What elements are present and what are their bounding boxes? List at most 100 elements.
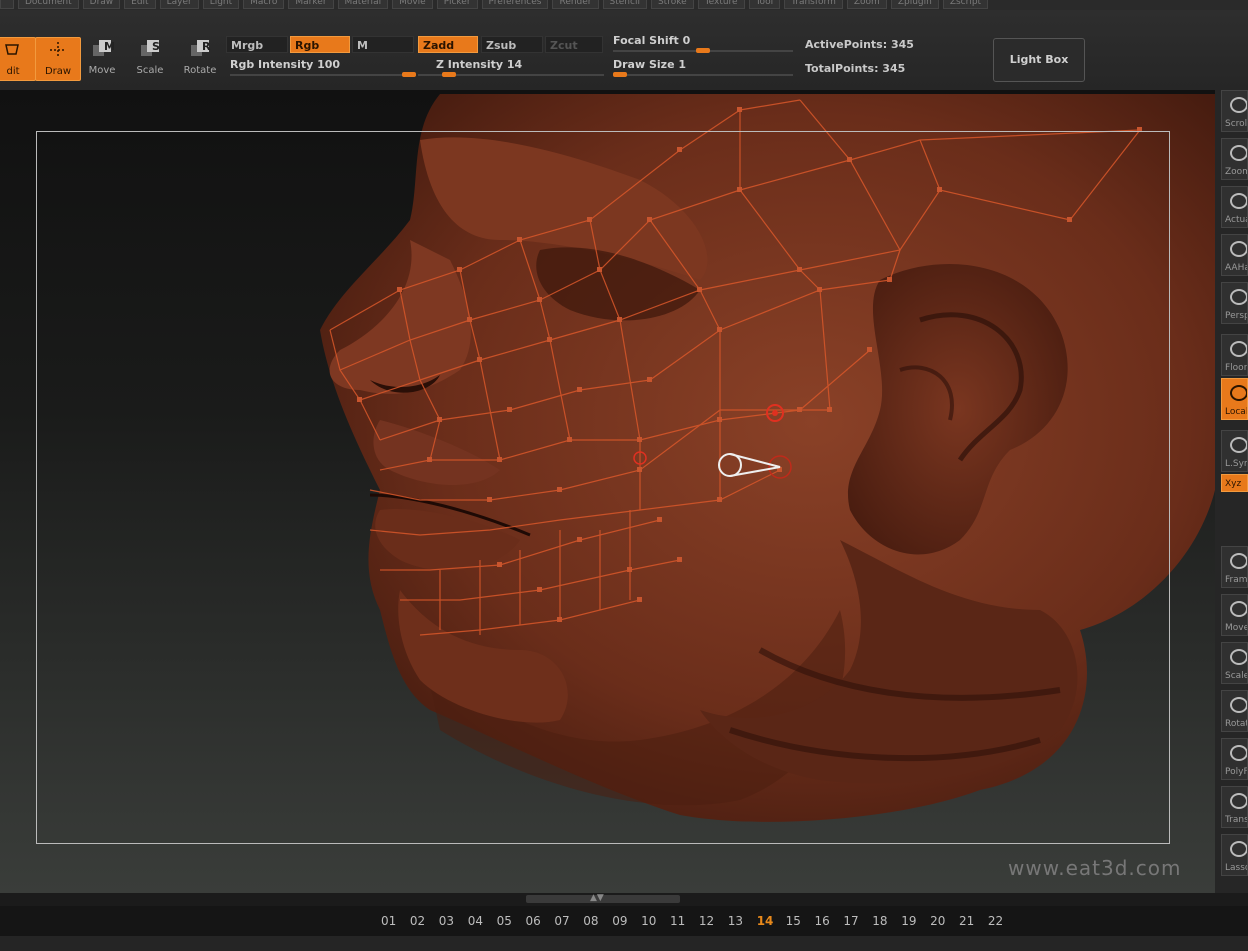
timeline-scroll-handle[interactable]: ▲▼ (526, 893, 680, 903)
shelf-polyf-button[interactable]: PolyF (1221, 738, 1248, 780)
rotate-button[interactable]: R Rotate (178, 37, 222, 79)
timeline-frame[interactable]: 14 (757, 914, 774, 928)
timeline-frame[interactable]: 04 (468, 914, 483, 928)
menu-item[interactable]: Material (337, 0, 389, 9)
timeline-frame[interactable]: 21 (959, 914, 974, 928)
zadd-button[interactable]: Zadd (418, 36, 478, 53)
shelf-button-label: Move (1225, 623, 1248, 633)
timeline-frame[interactable]: 12 (699, 914, 714, 928)
shelf-scroll-button[interactable]: Scroll (1221, 90, 1248, 132)
menu-item[interactable]: Render (552, 0, 599, 9)
focal-shift-knob[interactable] (696, 48, 710, 53)
focal-shift-slider[interactable]: Focal Shift 0 (613, 34, 793, 53)
timeline-frame[interactable]: 08 (583, 914, 598, 928)
draw-size-label: Draw Size 1 (613, 58, 687, 71)
zsub-button[interactable]: Zsub (481, 36, 543, 53)
timeline-frame[interactable]: 22 (988, 914, 1003, 928)
shelf-local-button[interactable]: Local (1221, 378, 1248, 420)
timeline-frame[interactable]: 10 (641, 914, 656, 928)
symmetry-icon (1230, 437, 1247, 453)
shelf-lasso-button[interactable]: Lasso (1221, 834, 1248, 876)
timeline-frame[interactable]: 15 (786, 914, 801, 928)
draw-button[interactable]: Draw (35, 37, 81, 81)
m-button[interactable]: M (352, 36, 414, 53)
timeline-frame[interactable]: 19 (901, 914, 916, 928)
menu-item[interactable]: Movie (392, 0, 433, 9)
shelf-button-label: Actual (1225, 215, 1247, 225)
menu-item[interactable]: Document (18, 0, 79, 9)
shelf-button-label: PolyF (1225, 767, 1248, 777)
edit-button[interactable]: dit (0, 37, 36, 81)
shelf-lsym-button[interactable]: L.Sym (1221, 430, 1248, 472)
shelf-move-button[interactable]: Move (1221, 594, 1248, 636)
timeline-frame[interactable]: 03 (439, 914, 454, 928)
menu-item[interactable]: Preferences (481, 0, 549, 9)
menu-item[interactable]: Transform (784, 0, 843, 9)
magnifier-icon (1230, 145, 1247, 161)
shelf-actual-button[interactable]: Actual (1221, 186, 1248, 228)
timeline-frame[interactable]: 01 (381, 914, 396, 928)
menu-item[interactable]: Draw (82, 0, 121, 9)
timeline-frame[interactable]: 13 (728, 914, 743, 928)
transp-icon (1230, 793, 1247, 809)
magnifier-icon (1230, 241, 1247, 257)
shelf-rotate-button[interactable]: Rotate (1221, 690, 1248, 732)
shelf-button-label: Floor (1225, 363, 1248, 373)
shelf-aahalf-button[interactable]: AAHalf (1221, 234, 1248, 276)
timeline-frame[interactable]: 09 (612, 914, 627, 928)
menu-item[interactable]: Zscript (942, 0, 989, 9)
menu-item[interactable]: Zplugin (890, 0, 939, 9)
timeline-frame[interactable]: 11 (670, 914, 685, 928)
rgb-button[interactable]: Rgb (290, 36, 350, 53)
timeline-frame[interactable]: 05 (497, 914, 512, 928)
sculpt-canvas[interactable] (0, 90, 1215, 893)
shelf-transp-button[interactable]: Transp (1221, 786, 1248, 828)
shelf-scale-button[interactable]: Scale (1221, 642, 1248, 684)
timeline-frame[interactable]: 17 (843, 914, 858, 928)
light-box-button[interactable]: Light Box (993, 38, 1085, 82)
timeline-frame[interactable]: 18 (872, 914, 887, 928)
move-button[interactable]: M Move (80, 37, 124, 79)
z-intensity-slider[interactable]: Z Intensity 14 (418, 58, 604, 77)
shelf-button-label: Persp (1225, 311, 1248, 321)
shelf-persp-button[interactable]: Persp (1221, 282, 1248, 324)
z-intensity-knob[interactable] (442, 72, 456, 77)
timeline-frame[interactable]: 20 (930, 914, 945, 928)
move-label: Move (88, 65, 116, 76)
shelf-frame-button[interactable]: Frame (1221, 546, 1248, 588)
menu-item[interactable]: Layer (159, 0, 199, 9)
shelf-xyz-button[interactable]: Xyz (1221, 474, 1248, 492)
watermark-text: www.eat3d.com (1008, 856, 1182, 880)
menu-item[interactable]: Light (202, 0, 240, 9)
timeline-frame[interactable]: 07 (554, 914, 569, 928)
rotate-key: R (202, 40, 211, 53)
menu-item[interactable]: Edit (124, 0, 156, 9)
menu-item[interactable]: Stencil (602, 0, 647, 9)
mrgb-button[interactable]: Mrgb (226, 36, 288, 53)
menu-item[interactable]: Macro (243, 0, 285, 9)
menu-item[interactable]: Texture (697, 0, 745, 9)
menu-item[interactable]: Marker (288, 0, 334, 9)
shelf-floor-button[interactable]: Floor (1221, 334, 1248, 376)
menu-item[interactable]: Stroke (650, 0, 694, 9)
timeline-frame[interactable]: 06 (526, 914, 541, 928)
timeline-frame[interactable]: 02 (410, 914, 425, 928)
zcut-button[interactable]: Zcut (545, 36, 603, 53)
shelf-button-label: Rotate (1225, 719, 1247, 729)
menu-item[interactable]: Zoom (846, 0, 887, 9)
scale-button[interactable]: S Scale (128, 37, 172, 79)
shelf-button-label: Local (1225, 407, 1248, 417)
canvas-viewport[interactable]: www.eat3d.com (0, 90, 1215, 893)
rgb-intensity-knob[interactable] (402, 72, 416, 77)
draw-size-slider[interactable]: Draw Size 1 (613, 58, 793, 77)
menu-item[interactable]: Picker (436, 0, 478, 9)
rgb-intensity-slider[interactable]: Rgb Intensity 100 (230, 58, 416, 77)
rgb-intensity-label: Rgb Intensity 100 (230, 58, 341, 71)
shelf-zoom-button[interactable]: Zoom (1221, 138, 1248, 180)
menu-item[interactable] (0, 0, 14, 9)
menu-item[interactable]: Tool (748, 0, 781, 9)
right-shelf: Scroll Zoom Actual AAHalf Persp Floor Local L.S… (1215, 90, 1248, 893)
draw-size-knob[interactable] (613, 72, 627, 77)
timeline-frame[interactable]: 16 (815, 914, 830, 928)
grid-icon (1230, 745, 1247, 761)
